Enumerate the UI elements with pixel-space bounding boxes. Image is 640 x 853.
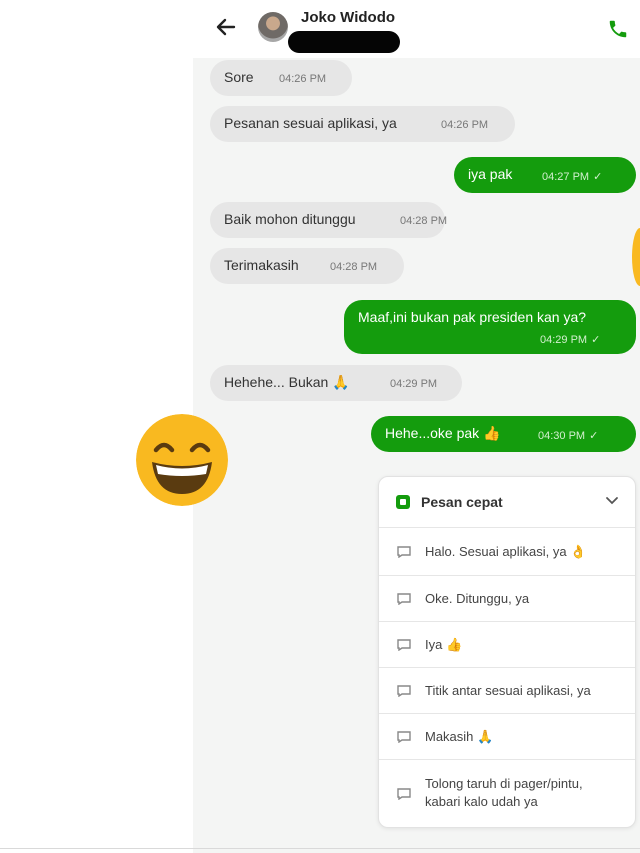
message-bubble-incoming[interactable]: Pesanan sesuai aplikasi, ya 04:26 PM — [210, 106, 515, 142]
quick-reply-text: Tolong taruh di pager/pintu, kabari kalo… — [425, 776, 583, 809]
phone-icon[interactable] — [607, 18, 629, 40]
chat-bubble-icon — [397, 788, 411, 800]
chat-header: Joko Widodo — [193, 0, 640, 58]
message-text: Sore — [224, 69, 254, 85]
chevron-down-icon[interactable] — [605, 496, 619, 506]
message-text: Hehehe... Bukan 🙏 — [224, 374, 350, 390]
message-time: 04:26 PM — [441, 119, 489, 131]
message-text: Hehe...oke pak 👍 — [385, 425, 501, 441]
check-icon: ✓ — [593, 171, 603, 183]
chat-bubble-icon — [397, 731, 411, 743]
chat-bubble-icon — [397, 639, 411, 651]
quick-reply-text: Makasih 🙏 — [425, 729, 494, 744]
quick-reply-text: Oke. Ditunggu, ya — [425, 591, 530, 606]
contact-name: Joko Widodo — [301, 9, 396, 26]
message-text: Baik mohon ditunggu — [224, 211, 356, 227]
message-bubble-outgoing[interactable]: iya pak 04:27 PM ✓ — [454, 157, 636, 193]
avatar[interactable] — [258, 12, 288, 42]
message-text: Maaf,ini bukan pak presiden kan ya? — [358, 309, 587, 325]
message-bubble-incoming[interactable]: Baik mohon ditunggu 04:28 PM — [210, 202, 448, 238]
message-time: 04:30 PM ✓ — [538, 430, 599, 442]
message-bubble-incoming[interactable]: Terimakasih 04:28 PM — [210, 248, 404, 284]
message-bubble-outgoing[interactable]: Maaf,ini bukan pak presiden kan ya? 04:2… — [344, 300, 636, 354]
quick-reply-text: Iya 👍 — [425, 637, 463, 652]
chat-bubble-icon — [397, 685, 411, 697]
quick-reply-item[interactable]: Iya 👍 — [379, 621, 635, 668]
chat-bubble-icon — [397, 593, 411, 605]
quick-message-icon — [396, 495, 410, 509]
check-icon: ✓ — [589, 430, 599, 442]
quick-reply-text: Titik antar sesuai aplikasi, ya — [425, 683, 591, 698]
quick-reply-item[interactable]: Makasih 🙏 — [379, 713, 635, 760]
quick-reply-item[interactable]: Oke. Ditunggu, ya — [379, 575, 635, 622]
divider — [0, 848, 640, 849]
quick-reply-item[interactable]: Titik antar sesuai aplikasi, ya — [379, 667, 635, 714]
quick-replies-title: Pesan cepat — [421, 494, 503, 510]
message-time: 04:27 PM ✓ — [542, 171, 603, 183]
message-text: Terimakasih — [224, 257, 299, 273]
message-time: 04:28 PM — [400, 215, 448, 227]
message-time: 04:26 PM — [279, 73, 327, 85]
quick-reply-text: Halo. Sesuai aplikasi, ya 👌 — [425, 544, 587, 559]
message-bubble-incoming[interactable]: Hehehe... Bukan 🙏 04:29 PM — [210, 365, 462, 401]
grinning-face-emoji — [136, 414, 228, 506]
chat-bubble-icon — [397, 546, 411, 558]
message-time: 04:28 PM — [330, 261, 378, 273]
quick-reply-item[interactable]: Halo. Sesuai aplikasi, ya 👌 — [379, 527, 635, 576]
message-bubble-incoming[interactable]: Sore 04:26 PM — [210, 60, 352, 96]
check-icon: ✓ — [591, 334, 601, 346]
arrow-left-icon[interactable] — [213, 14, 239, 40]
message-text: iya pak — [468, 166, 513, 182]
message-bubble-outgoing[interactable]: Hehe...oke pak 👍 04:30 PM ✓ — [371, 416, 636, 452]
message-time: 04:29 PM ✓ — [540, 334, 601, 346]
quick-replies-header[interactable]: Pesan cepat — [379, 477, 635, 527]
message-text: Pesanan sesuai aplikasi, ya — [224, 115, 397, 131]
redacted-phone-number — [288, 31, 400, 53]
quick-replies-panel: Pesan cepat Halo. Sesuai aplikasi, ya 👌 … — [378, 476, 636, 828]
message-time: 04:29 PM — [390, 378, 438, 390]
quick-reply-item[interactable]: Tolong taruh di pager/pintu, kabari kalo… — [379, 759, 635, 828]
